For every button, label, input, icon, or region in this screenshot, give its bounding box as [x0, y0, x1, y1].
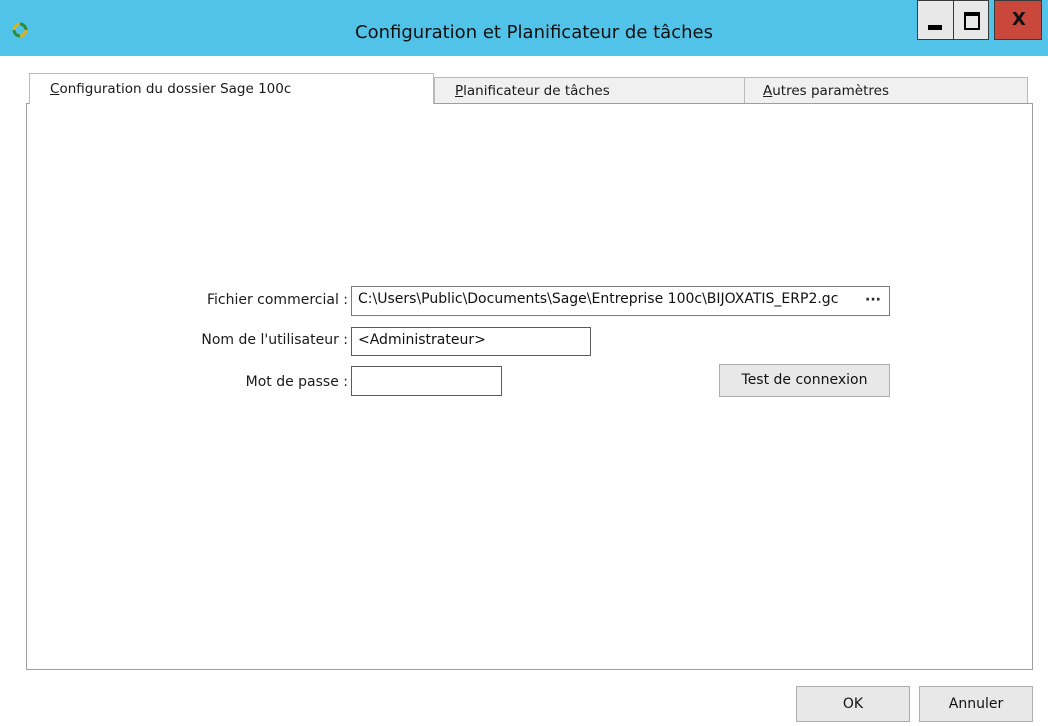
close-button[interactable]: X: [994, 0, 1042, 40]
maximize-button[interactable]: [953, 0, 989, 40]
title-bar[interactable]: Configuration et Planificateur de tâches…: [0, 0, 1048, 56]
tab-mnemonic: A: [763, 83, 773, 99]
tab-label: utres paramètres: [772, 83, 889, 99]
tab-label: lanificateur de tâches: [463, 83, 610, 99]
test-connexion-button[interactable]: Test de connexion: [719, 364, 890, 397]
browse-button[interactable]: ···: [861, 290, 885, 312]
ok-button[interactable]: OK: [796, 686, 910, 722]
tab-planificateur[interactable]: Planificateur de tâches: [434, 77, 745, 104]
tab-configuration-dossier[interactable]: Configuration du dossier Sage 100c: [29, 73, 434, 104]
nom-utilisateur-label: Nom de l'utilisateur :: [201, 332, 348, 348]
mot-de-passe-field[interactable]: [351, 366, 502, 396]
fichier-commercial-value: C:\Users\Public\Documents\Sage\Entrepris…: [358, 291, 839, 307]
maximize-icon: [964, 12, 980, 30]
minimize-icon: [928, 25, 942, 30]
tab-mnemonic: P: [455, 83, 464, 99]
fichier-commercial-label: Fichier commercial :: [206, 292, 348, 308]
window: Configuration et Planificateur de tâches…: [0, 0, 1048, 726]
cancel-button[interactable]: Annuler: [919, 686, 1033, 722]
minimize-button[interactable]: [917, 0, 953, 40]
nom-utilisateur-field[interactable]: <Administrateur>: [351, 327, 591, 356]
window-title: Configuration et Planificateur de tâches: [355, 22, 713, 43]
mot-de-passe-label: Mot de passe :: [245, 374, 348, 390]
tab-label: onfiguration du dossier Sage 100c: [59, 81, 292, 97]
close-icon: X: [1012, 9, 1026, 30]
tab-autres-parametres[interactable]: Autres paramètres: [744, 77, 1028, 104]
fichier-commercial-field[interactable]: C:\Users\Public\Documents\Sage\Entrepris…: [351, 286, 890, 316]
